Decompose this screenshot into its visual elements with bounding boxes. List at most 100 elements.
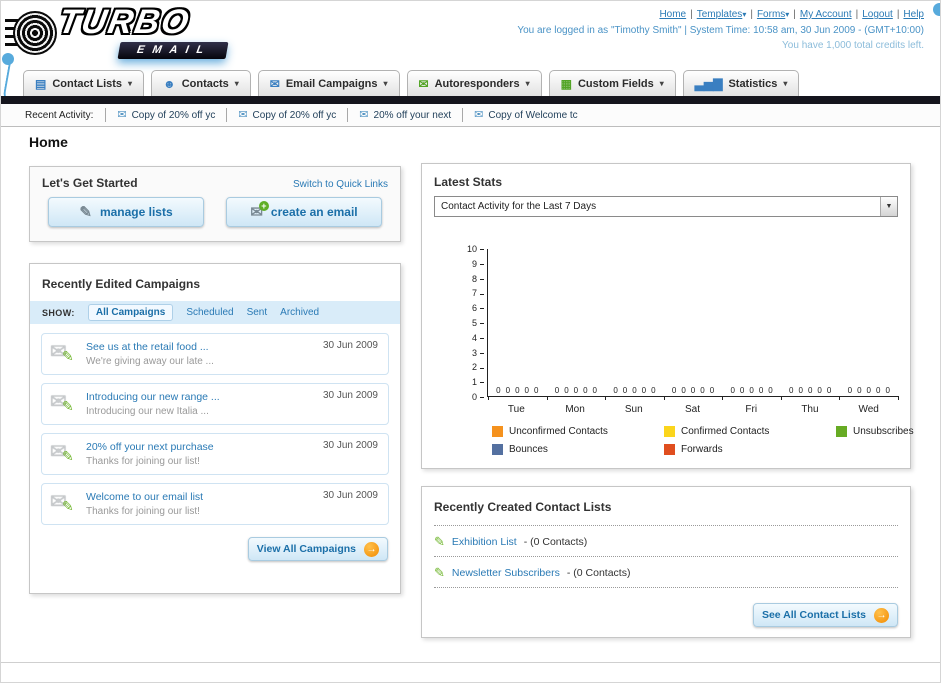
bar-value: 0 [768,386,773,395]
bar-value: 0 [505,386,511,395]
x-axis-label: Thu [801,404,819,415]
email-edit-icon: ✉ ✎ [50,339,80,369]
latest-stats-title: Latest Stats [434,175,503,189]
header-link-logout[interactable]: Logout [862,9,893,20]
campaign-filter-all-campaigns[interactable]: All Campaigns [87,304,174,321]
envelope-icon: ✉ [359,108,369,121]
nav-tab-statistics[interactable]: ▃▅▇ Statistics ▾ [682,70,800,96]
recent-activity-item[interactable]: ✉ Copy of 20% off yc [105,108,226,122]
legend-swatch [664,444,675,455]
see-all-contact-lists-label: See All Contact Lists [761,609,866,621]
contacts-icon: ☻ [163,76,176,91]
nav-tab-email-campaigns[interactable]: ✉ Email Campaigns ▾ [257,70,400,96]
see-all-contact-lists-button[interactable]: See All Contact Lists → [752,603,898,627]
header-link-my-account[interactable]: My Account [800,9,852,20]
chart-plot-area: 00000000000000000000000000000000000 [488,249,898,396]
campaign-date: 30 Jun 2009 [322,440,378,451]
campaign-filters: All Campaigns Scheduled Sent Archived [87,304,319,321]
link-separator: | [896,9,900,20]
recent-campaigns-panel: Recently Edited Campaigns SHOW: All Camp… [29,263,401,594]
navigation-strip [1,96,940,104]
recent-activity-item[interactable]: ✉ Copy of Welcome tc [462,108,589,122]
legend-swatch [664,426,675,437]
app-logo[interactable]: TURBO EMAIL [5,3,291,63]
y-axis-tick-label: 8 [472,274,484,284]
y-axis-tick-label: 4 [472,333,484,343]
plus-icon: + [258,200,269,211]
chevron-down-icon: ▼ [880,197,897,216]
y-axis-tick-label: 6 [472,303,484,313]
switch-quick-links-link[interactable]: Switch to Quick Links [293,179,388,190]
header-link-templates[interactable]: Templates ▾ [697,9,747,20]
legend-label: Bounces [509,444,548,455]
recent-activity-text: Copy of 20% off yc [131,109,216,121]
create-email-label: create an email [270,205,358,219]
nav-tab-label: Statistics [728,77,778,90]
nav-tab-label: Custom Fields [577,77,654,90]
campaign-list-item[interactable]: ✉ ✎ 20% off your next purchase Thanks for j… [41,433,389,475]
recent-activity-item[interactable]: ✉ Copy of 20% off yc [226,108,347,122]
campaign-list-item[interactable]: ✉ ✎ Welcome to our email list Thanks for jo… [41,483,389,525]
link-separator: | [855,9,859,20]
nav-tab-autoresponders[interactable]: ✉ Autoresponders ▾ [406,70,542,96]
chart-category-group: 00000 [781,249,840,396]
view-all-campaigns-button[interactable]: View All Campaigns → [247,537,388,561]
create-email-button[interactable]: ✉ + create an email [226,197,382,227]
legend-item-unconfirmed-contacts: Unconfirmed Contacts [492,426,664,437]
y-axis-tick-label: 9 [472,259,484,269]
contact-list-link[interactable]: Newsletter Subscribers [452,567,560,579]
contact-lists-icon: ▤ [35,76,47,91]
bar-value-labels: 00000 [488,386,547,395]
x-axis-label: Mon [565,404,585,415]
header-link-forms[interactable]: Forms ▾ [757,9,789,20]
nav-tab-custom-fields[interactable]: ▦ Custom Fields ▾ [548,70,676,96]
contact-list-item[interactable]: ✎ Newsletter Subscribers - (0 Contacts) [434,557,898,588]
recent-activity-item[interactable]: ✉ 20% off your next [347,108,462,122]
bar-value: 0 [758,386,764,395]
pencil-icon: ✎ [79,203,92,221]
recent-activity-bar: Recent Activity: ✉ Copy of 20% off yc ✉ Cop… [1,104,940,127]
stats-period-select[interactable]: Contact Activity for the Last 7 Days ▼ [434,196,898,217]
chart-y-axis: 10 9 8 7 6 5 4 3 2 1 0 [448,244,484,402]
header-link-help[interactable]: Help [903,9,924,20]
bar-value: 0 [866,386,871,395]
recent-activity-label: Recent Activity: [25,109,94,121]
campaign-list-item[interactable]: ✉ ✎ Introducing our new range ... Introduci… [41,383,389,425]
chevron-down-icon: ▾ [525,79,530,88]
campaign-filter-scheduled[interactable]: Scheduled [186,307,233,318]
recent-campaigns-title: Recently Edited Campaigns [42,277,201,291]
y-axis-tick-label: 3 [472,348,484,358]
header-link-home[interactable]: Home [659,9,686,20]
email-edit-icon: ✉ ✎ [50,389,80,419]
bar-value: 0 [847,386,853,395]
campaign-list-item[interactable]: ✉ ✎ See us at the retail food ... We're giv… [41,333,389,375]
nav-tab-contact-lists[interactable]: ▤ Contact Lists ▾ [23,70,145,96]
get-started-title: Let's Get Started [42,176,138,190]
nav-tab-contacts[interactable]: ☻ Contacts ▾ [151,70,251,96]
contact-list-link[interactable]: Exhibition List [452,536,517,548]
pencil-glyph: ✎ [62,398,74,414]
decoration-dot-right [933,3,940,16]
bar-value: 0 [554,386,560,395]
latest-stats-panel: Latest Stats Contact Activity for the La… [421,163,914,469]
recent-activity-text: 20% off your next [373,109,452,121]
bar-value: 0 [632,386,637,395]
logo-main-text: TURBO [55,3,194,41]
bar-value: 0 [496,386,501,395]
x-axis-tick [780,396,782,400]
campaign-filter-sent[interactable]: Sent [247,307,268,318]
envelope-icon: ✉ [117,108,127,121]
manage-lists-button[interactable]: ✎ manage lists [48,197,204,227]
chart-category-group: 00000 [722,249,781,396]
logo-sub-text: EMAIL [117,42,229,59]
bar-value: 0 [875,386,881,395]
recent-activity-text: Copy of Welcome tc [488,109,578,121]
bar-value: 0 [826,386,832,395]
bar-value: 0 [749,386,754,395]
legend-item-unsubscribes: Unsubscribes [836,426,914,437]
contact-list-item[interactable]: ✎ Exhibition List - (0 Contacts) [434,526,898,557]
bar-value: 0 [807,386,813,395]
campaign-filter-archived[interactable]: Archived [280,307,319,318]
bar-value: 0 [533,386,539,395]
bar-value: 0 [709,386,715,395]
